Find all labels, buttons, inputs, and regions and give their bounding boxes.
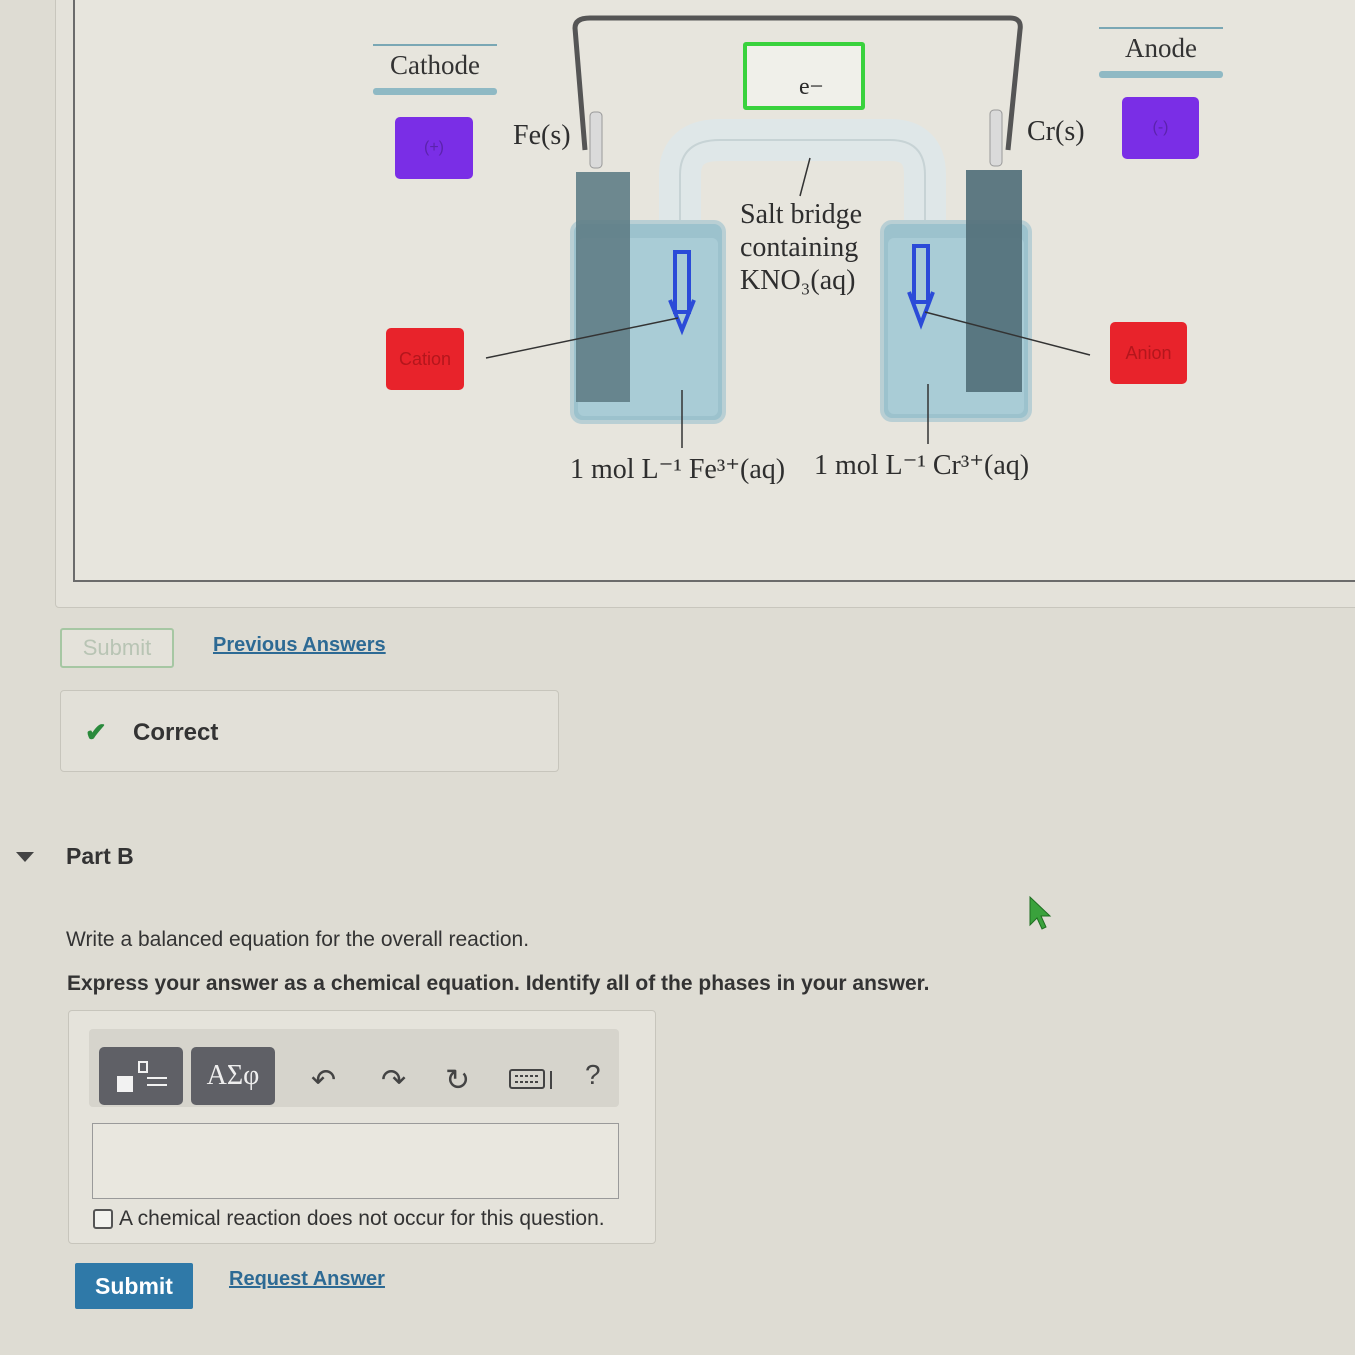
feedback-text: Correct	[133, 719, 219, 746]
salt-bridge-label: Salt bridge containing KNO₃(aq)	[740, 198, 862, 297]
anode-label: Anode	[1099, 27, 1223, 78]
request-answer-link[interactable]: Request Answer	[229, 1268, 385, 1291]
undo-icon[interactable]: ↶	[311, 1063, 336, 1098]
help-icon[interactable]: ?	[585, 1059, 601, 1091]
left-electrode-label: Fe(s)	[513, 120, 571, 151]
templates-icon	[117, 1061, 167, 1092]
redo-icon[interactable]: ↷	[381, 1063, 406, 1098]
keyboard-icon[interactable]	[509, 1067, 557, 1101]
previous-answers-link[interactable]: Previous Answers	[213, 634, 386, 657]
cathode-label: Cathode	[373, 44, 497, 95]
symbols-button[interactable]: ΑΣφ	[191, 1047, 275, 1105]
feedback-box: ✔ Correct	[60, 690, 559, 772]
salt-bridge-line-1: Salt bridge	[740, 199, 863, 230]
salt-bridge-line-2: containing	[740, 232, 859, 263]
no-reaction-checkbox[interactable]	[93, 1209, 113, 1229]
question-text: Write a balanced equation for the overal…	[66, 928, 530, 951]
right-solution-label: 1 mol L⁻¹ Cr³⁺(aq)	[814, 450, 1030, 481]
left-solution-label: 1 mol L⁻¹ Fe³⁺(aq)	[570, 454, 786, 485]
equation-toolbar: ΑΣφ ↶ ↷ ↻ ?	[89, 1029, 619, 1107]
anion-target[interactable]: Anion	[1110, 322, 1187, 384]
anode-sign-target[interactable]: (-)	[1122, 97, 1199, 159]
cathode-sign-target[interactable]: (+)	[395, 117, 473, 179]
equation-input[interactable]	[92, 1123, 619, 1199]
cation-target[interactable]: Cation	[386, 328, 464, 390]
cell-drawing	[485, 15, 1091, 448]
right-electrode-label: Cr(s)	[1027, 116, 1085, 147]
no-reaction-label: A chemical reaction does not occur for t…	[119, 1207, 605, 1230]
no-reaction-option[interactable]: A chemical reaction does not occur for t…	[93, 1207, 605, 1231]
collapse-caret-icon[interactable]	[16, 852, 34, 862]
electron-flow-target[interactable]: e−	[743, 42, 865, 110]
check-icon: ✔	[85, 717, 107, 747]
instruction-text: Express your answer as a chemical equati…	[67, 972, 930, 995]
submit-button-disabled[interactable]: Submit	[60, 628, 174, 668]
answer-area: ΑΣφ ↶ ↷ ↻ ? A chemical reaction does not…	[68, 1010, 656, 1244]
salt-bridge-line-3: KNO₃(aq)	[740, 265, 856, 296]
reset-icon[interactable]: ↻	[445, 1063, 470, 1098]
electron-label: e−	[799, 74, 824, 100]
templates-button[interactable]	[99, 1047, 183, 1105]
mouse-pointer-icon	[1029, 895, 1052, 930]
submit-button[interactable]: Submit	[75, 1263, 193, 1309]
part-b-title[interactable]: Part B	[66, 843, 134, 870]
